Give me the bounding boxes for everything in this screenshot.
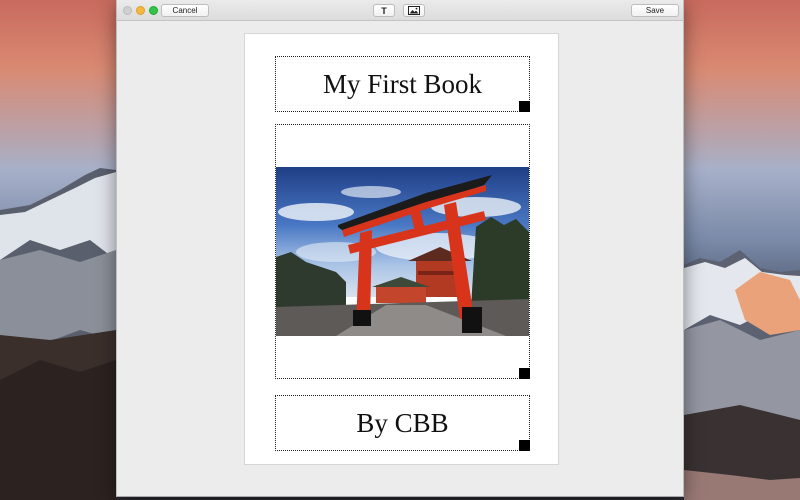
author-text-box[interactable]: By CBB bbox=[275, 395, 530, 451]
resize-handle[interactable] bbox=[519, 440, 530, 451]
save-button[interactable]: Save bbox=[631, 4, 679, 17]
book-title[interactable]: My First Book bbox=[276, 57, 529, 111]
close-window-button[interactable] bbox=[123, 6, 132, 15]
image-box[interactable] bbox=[275, 124, 530, 379]
text-icon: T bbox=[381, 5, 387, 16]
title-text-box[interactable]: My First Book bbox=[275, 56, 530, 112]
resize-handle[interactable] bbox=[519, 368, 530, 379]
minimize-window-button[interactable] bbox=[136, 6, 145, 15]
book-page: My First Book By CBB bbox=[244, 33, 559, 465]
torii-gate-photo bbox=[276, 167, 529, 336]
title-bar: Cancel T Save bbox=[117, 0, 683, 21]
add-text-button[interactable]: T bbox=[373, 4, 395, 17]
editor-window: Cancel T Save My First Book By CBB bbox=[116, 0, 684, 497]
zoom-window-button[interactable] bbox=[149, 6, 158, 15]
add-image-button[interactable] bbox=[403, 4, 425, 17]
book-author[interactable]: By CBB bbox=[276, 396, 529, 450]
image-icon bbox=[408, 6, 420, 15]
cancel-button[interactable]: Cancel bbox=[161, 4, 209, 17]
resize-handle[interactable] bbox=[519, 101, 530, 112]
